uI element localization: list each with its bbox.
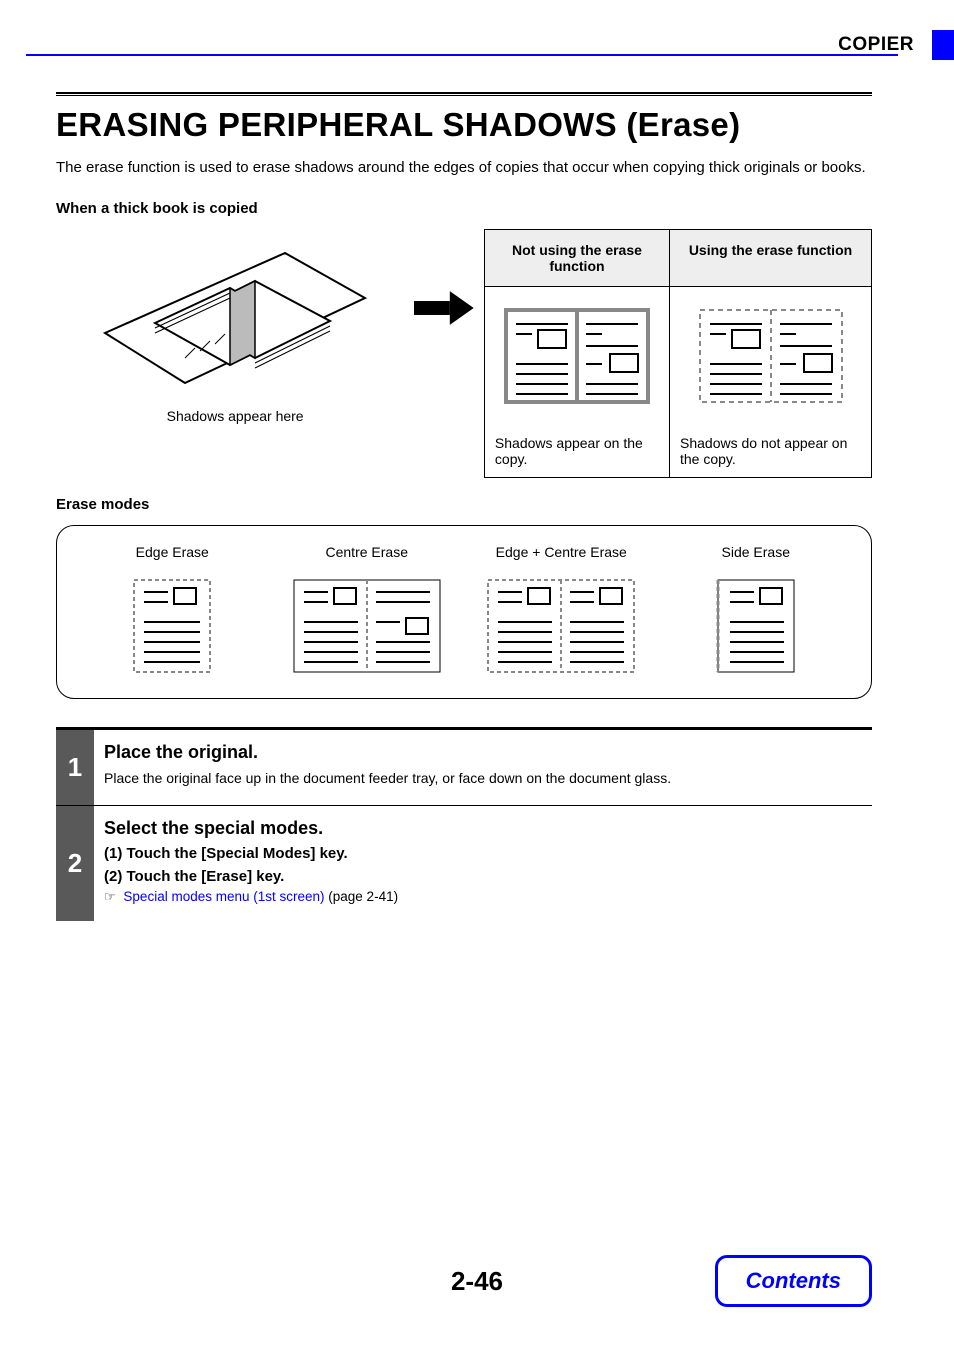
section-header: COPIER [838, 34, 914, 56]
compare-caption-without: Shadows appear on the copy. [484, 425, 669, 478]
step-title: Place the original. [104, 742, 671, 763]
book-illustration-wrap: Shadows appear here [56, 229, 414, 424]
book-caption: Shadows appear here [56, 408, 414, 424]
mode-edge-centre-erase: Edge + Centre Erase [476, 544, 647, 676]
mode-edge-erase: Edge Erase [87, 544, 258, 676]
compare-header-with: Using the erase function [670, 230, 872, 287]
compare-fig-without-erase-icon [495, 297, 659, 415]
compare-caption-with: Shadows do not appear on the copy. [670, 425, 872, 478]
contents-button[interactable]: Contents [715, 1255, 872, 1307]
page-title: ERASING PERIPHERAL SHADOWS (Erase) [56, 106, 872, 144]
substep-2: (2) Touch the [Erase] key. [104, 868, 398, 885]
section-tab [932, 30, 954, 60]
mode-side-erase: Side Erase [670, 544, 841, 676]
step-number: 1 [56, 730, 94, 805]
mode-centre-erase: Centre Erase [281, 544, 452, 676]
mode-label: Side Erase [670, 544, 841, 560]
header-rule [26, 54, 898, 56]
step-text: Place the original face up in the docume… [104, 769, 671, 789]
special-modes-link[interactable]: Special modes menu (1st screen) [123, 889, 324, 904]
title-rule [56, 92, 872, 96]
open-book-on-glass-icon [95, 243, 375, 393]
arrow-right-icon [414, 291, 474, 325]
compare-fig-with-erase-icon [680, 297, 861, 415]
mode-label: Centre Erase [281, 544, 452, 560]
edge-centre-erase-icon [476, 576, 647, 676]
step-number: 2 [56, 806, 94, 921]
intro-text: The erase function is used to erase shad… [56, 158, 872, 178]
compare-header-without: Not using the erase function [484, 230, 669, 287]
substep-1: (1) Touch the [Special Modes] key. [104, 845, 398, 862]
scenario-label: When a thick book is copied [56, 200, 872, 217]
edge-erase-icon [87, 576, 258, 676]
erase-modes-box: Edge Erase Centre Erase [56, 525, 872, 699]
page-ref: (page 2-41) [328, 889, 398, 904]
side-erase-icon [670, 576, 841, 676]
centre-erase-icon [281, 576, 452, 676]
compare-table: Not using the erase function Using the e… [484, 229, 872, 478]
mode-label: Edge + Centre Erase [476, 544, 647, 560]
mode-label: Edge Erase [87, 544, 258, 560]
modes-label: Erase modes [56, 496, 872, 513]
cross-ref-icon: ☞ [104, 889, 116, 904]
step-2: 2 Select the special modes. (1) Touch th… [56, 805, 872, 921]
step-1: 1 Place the original. Place the original… [56, 729, 872, 805]
step-title: Select the special modes. [104, 818, 398, 839]
